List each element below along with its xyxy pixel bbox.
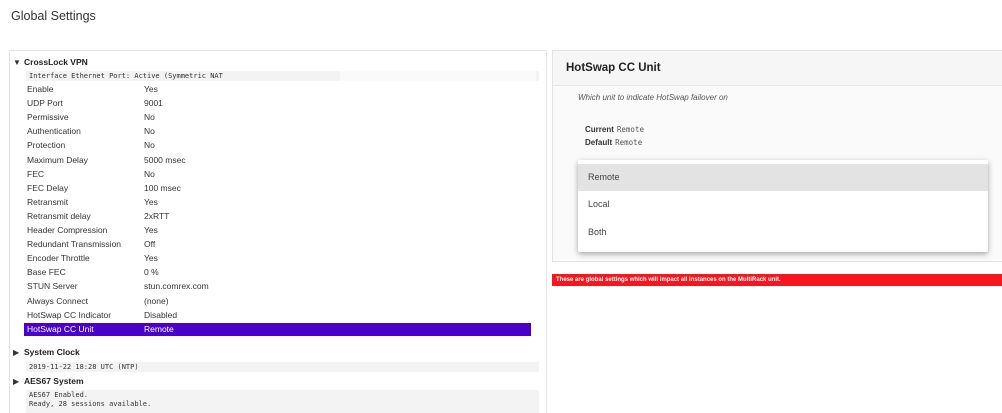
system-clock-value: 2019-11-22 18:28 UTC (NTP) bbox=[26, 362, 539, 372]
global-settings-warning: These are global settings which will imp… bbox=[552, 274, 1002, 286]
system-clock-label: System Clock bbox=[24, 347, 80, 357]
setting-key: Always Connect bbox=[27, 295, 88, 306]
setting-value: No bbox=[144, 126, 155, 137]
setting-key: Permissive bbox=[27, 112, 69, 123]
setting-row-hotswap-cc-indicator[interactable]: HotSwap CC Indicator Disabled bbox=[24, 309, 531, 322]
settings-tree: ▼ CrossLock VPN Interface Ethernet Port: … bbox=[9, 50, 547, 413]
setting-row-header-compression[interactable]: Header Compression Yes bbox=[24, 224, 531, 237]
setting-row-protection[interactable]: Protection No bbox=[24, 139, 531, 152]
setting-key: Authentication bbox=[27, 126, 81, 137]
setting-row-enable[interactable]: Enable Yes bbox=[24, 83, 531, 96]
setting-row-base-fec[interactable]: Base FEC 0 % bbox=[24, 266, 531, 279]
setting-value: No bbox=[144, 168, 155, 179]
setting-row-always-connect[interactable]: Always Connect (none) bbox=[24, 295, 531, 308]
setting-key: FEC Delay bbox=[27, 182, 69, 193]
default-value-row: Default Remote bbox=[585, 138, 643, 147]
setting-key: Encoder Throttle bbox=[27, 253, 90, 264]
system-clock-section-toggle[interactable]: ▶ System Clock bbox=[13, 347, 80, 358]
page-title: Global Settings bbox=[11, 9, 96, 23]
detail-description: Which unit to indicate HotSwap failover … bbox=[578, 93, 728, 102]
current-value-row: Current Remote bbox=[585, 125, 644, 134]
setting-value: 5000 msec bbox=[144, 154, 186, 165]
setting-key: Redundant Transmission bbox=[27, 239, 122, 250]
setting-row-fec-delay[interactable]: FEC Delay 100 msec bbox=[24, 182, 531, 195]
crosslock-section-label: CrossLock VPN bbox=[24, 57, 88, 67]
setting-value: Yes bbox=[144, 196, 158, 207]
setting-value: No bbox=[144, 140, 155, 151]
crosslock-section-toggle[interactable]: ▼ CrossLock VPN bbox=[13, 57, 88, 68]
setting-value: 0 % bbox=[144, 267, 159, 278]
setting-key: Base FEC bbox=[27, 267, 66, 278]
option-local[interactable]: Local bbox=[578, 191, 988, 218]
setting-key: UDP Port bbox=[27, 98, 63, 109]
setting-row-redundant-transmission[interactable]: Redundant Transmission Off bbox=[24, 238, 531, 251]
setting-key: Retransmit bbox=[27, 196, 69, 207]
setting-row-fec[interactable]: FEC No bbox=[24, 168, 531, 181]
setting-row-udp-port[interactable]: UDP Port 9001 bbox=[24, 97, 531, 110]
unit-options-dropdown[interactable]: Remote Local Both bbox=[578, 160, 988, 252]
setting-row-permissive[interactable]: Permissive No bbox=[24, 111, 531, 124]
expanded-caret-icon: ▼ bbox=[13, 58, 21, 67]
aes67-label: AES67 System bbox=[24, 376, 84, 386]
option-both[interactable]: Both bbox=[578, 219, 988, 246]
setting-key: Maximum Delay bbox=[27, 154, 88, 165]
setting-value: stun.comrex.com bbox=[144, 281, 209, 292]
collapsed-caret-icon: ▶ bbox=[13, 377, 20, 386]
setting-key: Header Compression bbox=[27, 225, 108, 235]
setting-row-stun-server[interactable]: STUN Server stun.comrex.com bbox=[24, 280, 531, 293]
setting-key: Enable bbox=[27, 84, 54, 94]
setting-row-hotswap-cc-unit[interactable]: HotSwap CC Unit Remote bbox=[24, 322, 531, 336]
setting-row-encoder-throttle[interactable]: Encoder Throttle Yes bbox=[24, 252, 531, 265]
setting-row-maximum-delay[interactable]: Maximum Delay 5000 msec bbox=[24, 154, 531, 167]
setting-key: Protection bbox=[27, 140, 66, 151]
aes67-section-toggle[interactable]: ▶ AES67 System bbox=[13, 376, 84, 387]
setting-value: 2xRTT bbox=[144, 210, 170, 221]
setting-value: 9001 bbox=[144, 98, 163, 109]
setting-value: Remote bbox=[144, 323, 174, 334]
setting-value: Yes bbox=[144, 253, 158, 264]
setting-value: No bbox=[144, 112, 155, 123]
setting-value: Disabled bbox=[144, 309, 178, 320]
setting-value: Off bbox=[144, 239, 156, 250]
setting-row-authentication[interactable]: Authentication No bbox=[24, 125, 531, 138]
option-remote[interactable]: Remote bbox=[578, 164, 988, 191]
interface-status-line: Interface Ethernet Port: Active (Symmetr… bbox=[26, 71, 539, 81]
setting-value: Yes bbox=[144, 225, 158, 235]
setting-row-retransmit-delay[interactable]: Retransmit delay 2xRTT bbox=[24, 210, 531, 223]
setting-value: (none) bbox=[144, 295, 169, 306]
setting-key: STUN Server bbox=[27, 281, 78, 292]
setting-value: Yes bbox=[144, 84, 158, 94]
setting-row-retransmit[interactable]: Retransmit Yes bbox=[24, 196, 531, 209]
setting-key: HotSwap CC Unit bbox=[27, 323, 94, 334]
setting-value: 100 msec bbox=[144, 182, 181, 193]
setting-key: HotSwap CC Indicator bbox=[27, 309, 112, 320]
setting-key: Retransmit delay bbox=[27, 210, 91, 221]
collapsed-caret-icon: ▶ bbox=[13, 348, 20, 357]
setting-key: FEC bbox=[27, 168, 44, 179]
detail-title: HotSwap CC Unit bbox=[553, 51, 1002, 86]
